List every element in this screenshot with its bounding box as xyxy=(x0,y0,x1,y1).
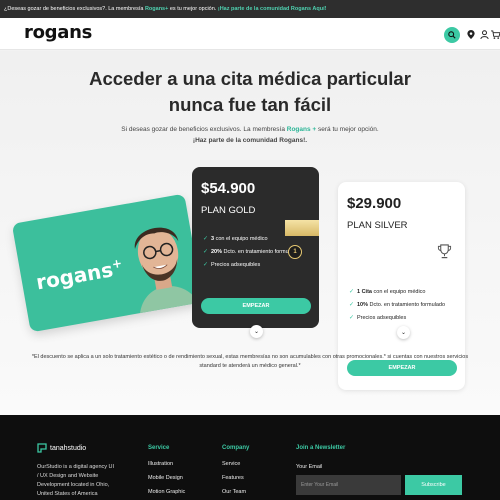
trophy-icon xyxy=(437,244,452,259)
site-footer: tanahstudio OurStudio is a digital agenc… xyxy=(0,415,500,500)
email-field[interactable] xyxy=(296,475,401,495)
hero-title-line1: Acceder a una cita médica particular xyxy=(89,68,411,89)
hero-subtitle-brand: Rogans + xyxy=(286,126,317,133)
membership-card-image: rogans+ xyxy=(11,193,204,333)
footer-link[interactable]: Our Team xyxy=(222,489,249,495)
plan-gold-name: PLAN GOLD xyxy=(201,205,256,216)
check-icon: ✓ xyxy=(203,249,209,255)
hero-subtitle-cta: ¡Haz parte de la comunidad Rogans!. xyxy=(192,137,308,144)
gold-medal-icon: 1 xyxy=(288,245,302,259)
footer-column-title: Service xyxy=(148,445,170,451)
hero-section: Acceder a una cita médica particular nun… xyxy=(0,51,500,415)
check-icon: ✓ xyxy=(349,289,355,295)
check-icon: ✓ xyxy=(349,302,355,308)
announcement-cta-link[interactable]: ¡Haz parte de la comunidad Rogans Aquí! xyxy=(218,6,327,12)
footer-link[interactable]: Illustration xyxy=(148,461,185,467)
announcement-bar: ¿Deseas gozar de beneficios exclusivos?.… xyxy=(0,0,500,18)
list-item: ✓ 10% Dcto. en tratamiento formulado xyxy=(349,302,446,308)
check-icon: ✓ xyxy=(203,262,209,268)
hero-subtitle-text: Si deseas gozar de beneficios exclusivos… xyxy=(121,126,287,133)
footer-service-column: Service Illustration Mobile Design Motio… xyxy=(148,445,185,500)
chevron-down-icon[interactable]: ⌄ xyxy=(250,325,263,338)
footer-newsletter-column: Join a Newsletter xyxy=(296,445,345,461)
plan-silver-features: ✓ 1 Cita con el equipo médico ✓ 10% Dcto. … xyxy=(349,288,459,327)
email-label: Your Email xyxy=(296,464,323,470)
site-logo[interactable]: rogans xyxy=(24,22,92,43)
plan-silver-price: $29.900 xyxy=(347,195,402,212)
person-photo xyxy=(134,227,203,324)
search-button[interactable] xyxy=(444,27,460,43)
disclaimer-text: *El descuento se aplica a un solo tratam… xyxy=(31,354,469,369)
check-icon: ✓ xyxy=(203,236,209,242)
footer-column-title: Join a Newsletter xyxy=(296,445,346,451)
footer-column-title: Company xyxy=(222,445,250,451)
plan-silver-name: PLAN SILVER xyxy=(347,220,408,231)
footer-link[interactable]: Service xyxy=(222,461,249,467)
chevron-down-icon[interactable]: ⌄ xyxy=(397,326,410,339)
hero-subtitle: Si deseas gozar de beneficios exclusivos… xyxy=(0,124,500,146)
footer-description: OurStudio is a digital agency UI / UX De… xyxy=(37,464,115,497)
hero-title: Acceder a una cita médica particular nun… xyxy=(0,66,500,118)
site-header: rogans xyxy=(0,18,500,50)
announcement-brand: Rogans+ xyxy=(144,6,169,12)
check-icon: ✓ xyxy=(349,315,355,321)
user-icon[interactable] xyxy=(479,29,489,39)
footer-link[interactable]: Features xyxy=(222,475,249,481)
location-icon[interactable] xyxy=(466,29,476,39)
cart-icon[interactable] xyxy=(490,29,500,39)
subscribe-button[interactable]: Subscribe xyxy=(405,475,462,495)
footer-link[interactable]: Mobile Design xyxy=(148,475,185,481)
hero-title-line2: nunca fue tan fácil xyxy=(168,94,332,115)
list-item: ✓ Precios adsequibles xyxy=(203,262,261,268)
studio-logo-icon xyxy=(37,443,47,453)
footer-link[interactable]: Motion Graphic xyxy=(148,489,185,495)
announcement-text-end: es tu mejor opción. xyxy=(168,6,218,12)
list-item: ✓ Precios adsequibles xyxy=(349,315,407,321)
announcement-text: ¿Deseas gozar de beneficios exclusivos?.… xyxy=(4,6,145,12)
list-item: ✓ 3 con el equipo médico xyxy=(203,236,268,242)
card-brand-text: rogans+ xyxy=(34,255,124,295)
footer-logo-text: tanahstudio xyxy=(50,444,87,452)
plan-gold-start-button[interactable]: EMPEZAR xyxy=(201,298,311,314)
gold-ribbon-icon xyxy=(285,220,319,236)
footer-logo[interactable]: tanahstudio xyxy=(37,443,86,453)
list-item: ✓ 1 Cita con el equipo médico xyxy=(349,289,426,295)
search-icon xyxy=(448,31,456,39)
plan-gold-price: $54.900 xyxy=(201,180,256,197)
hero-subtitle-end: será tu mejor opción. xyxy=(316,126,379,133)
footer-company-column: Company Service Features Our Team xyxy=(222,445,249,500)
